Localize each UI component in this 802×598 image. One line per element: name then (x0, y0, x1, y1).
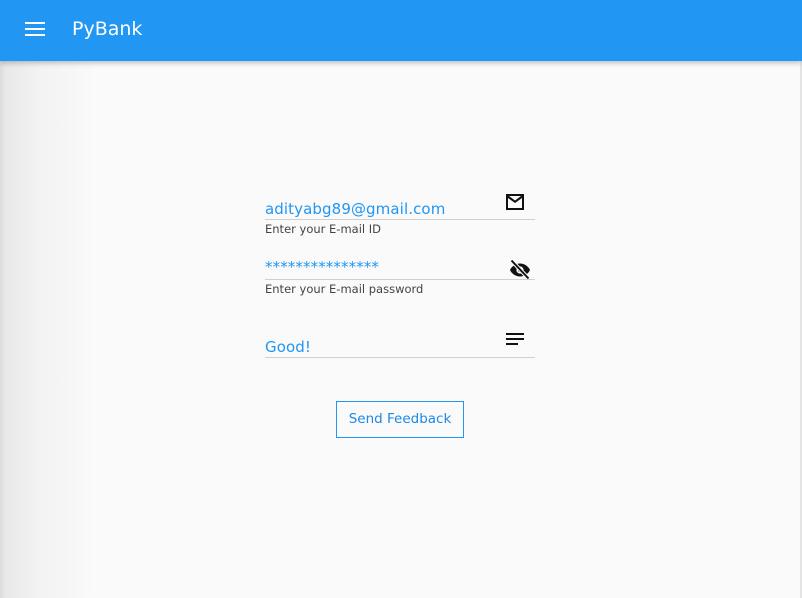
app-title: PyBank (72, 18, 143, 40)
email-helper-text: Enter your E-mail ID (265, 222, 381, 236)
feedback-input[interactable]: Good! (265, 338, 311, 356)
send-feedback-button[interactable]: Send Feedback (336, 401, 464, 438)
feedback-underline (265, 357, 535, 358)
app-window: PyBank adityabg89@gmail.com Enter your E… (0, 0, 802, 598)
password-helper-text: Enter your E-mail password (265, 282, 424, 296)
notes-icon (503, 328, 527, 352)
nav-drawer-shadow (0, 61, 95, 598)
password-input[interactable]: *************** (265, 258, 379, 276)
feedback-field[interactable]: Good! (265, 328, 535, 360)
password-field[interactable]: *************** Enter your E-mail passwo… (265, 255, 535, 305)
password-underline (265, 279, 535, 280)
top-app-bar: PyBank (0, 0, 802, 61)
eye-off-icon[interactable] (508, 257, 532, 281)
email-input[interactable]: adityabg89@gmail.com (265, 200, 445, 218)
email-field[interactable]: adityabg89@gmail.com Enter your E-mail I… (265, 190, 535, 240)
mail-icon (503, 190, 527, 214)
email-underline (265, 219, 535, 220)
menu-button[interactable] (16, 10, 56, 50)
hamburger-menu-icon (25, 22, 45, 36)
